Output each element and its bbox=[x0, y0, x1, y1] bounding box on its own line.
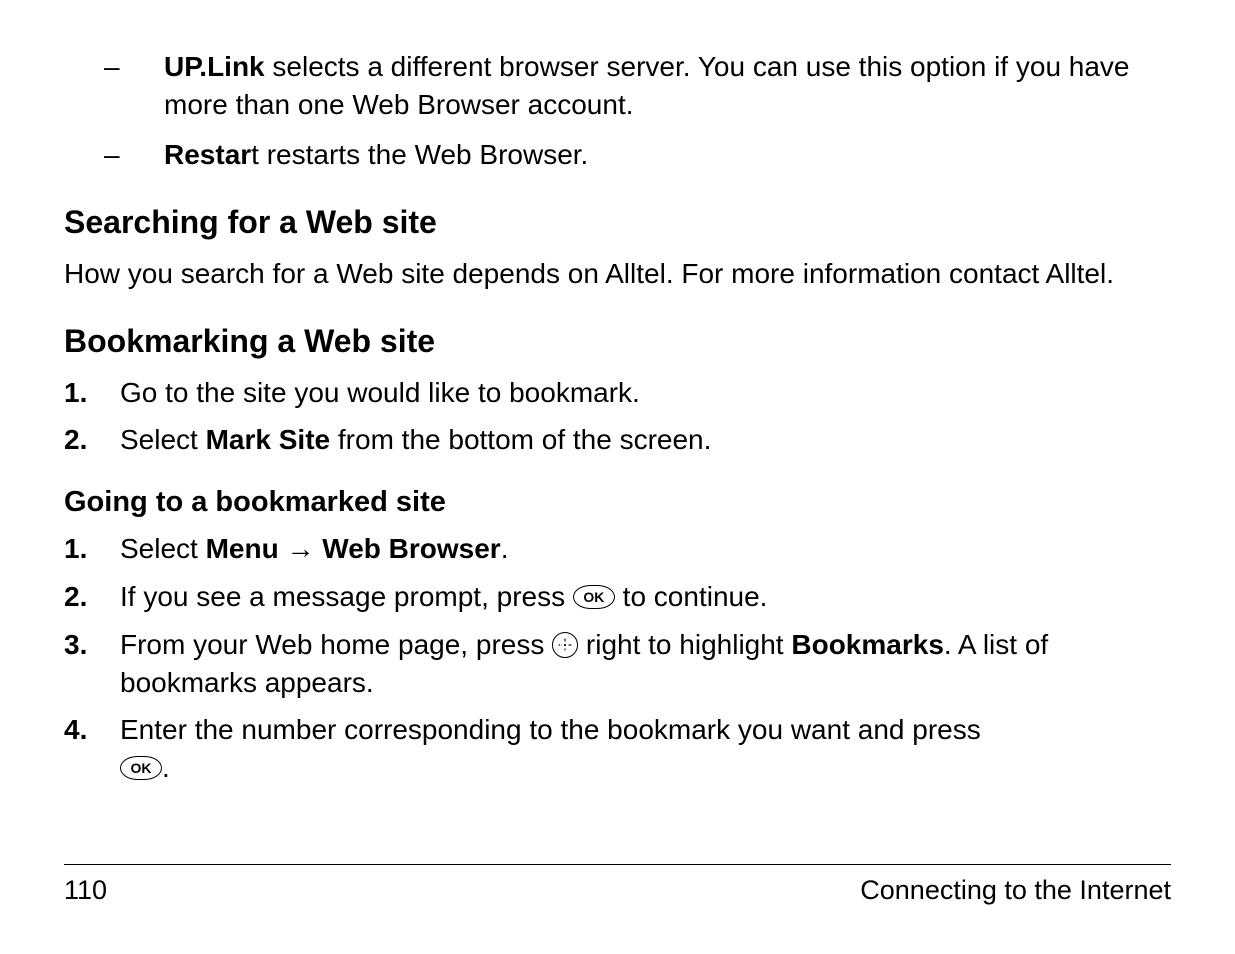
step1-post: . bbox=[501, 533, 509, 564]
footer-title: Connecting to the Internet bbox=[860, 875, 1171, 906]
step3-mid: right to highlight bbox=[586, 629, 791, 660]
going-step4: 4. Enter the number corresponding to the… bbox=[64, 711, 1171, 787]
bookmarks-label: Bookmarks bbox=[791, 629, 944, 660]
restart-label: Restar bbox=[164, 139, 251, 170]
step2-pre: If you see a message prompt, press bbox=[120, 581, 573, 612]
dash-marker: – bbox=[104, 48, 164, 124]
page-footer: 110 Connecting to the Internet bbox=[64, 864, 1171, 906]
mark-site-label: Mark Site bbox=[206, 424, 331, 455]
step-number: 2. bbox=[64, 578, 120, 616]
dash-marker: – bbox=[104, 136, 164, 174]
going-step3: 3. From your Web home page, press right … bbox=[64, 626, 1171, 702]
heading-going: Going to a bookmarked site bbox=[64, 483, 1171, 522]
page-number: 110 bbox=[64, 875, 107, 906]
bookmark-step2: 2. Select Mark Site from the bottom of t… bbox=[64, 421, 1171, 459]
step-number: 4. bbox=[64, 711, 120, 787]
step-text: Select Menu → Web Browser. bbox=[120, 530, 1171, 568]
going-step1: 1. Select Menu → Web Browser. bbox=[64, 530, 1171, 568]
bookmark-step1: 1. Go to the site you would like to book… bbox=[64, 374, 1171, 412]
arrow-icon: → bbox=[279, 533, 323, 564]
step4-pre: Enter the number corresponding to the bo… bbox=[120, 714, 981, 745]
step-number: 1. bbox=[64, 530, 120, 568]
step-number: 3. bbox=[64, 626, 120, 702]
heading-searching: Searching for a Web site bbox=[64, 201, 1171, 244]
step1-pre: Select bbox=[120, 533, 206, 564]
bullet-text: Restart restarts the Web Browser. bbox=[164, 136, 1171, 174]
step-number: 1. bbox=[64, 374, 120, 412]
step2-pre: Select bbox=[120, 424, 206, 455]
restart-rest: t restarts the Web Browser. bbox=[251, 139, 588, 170]
going-step2: 2. If you see a message prompt, press OK… bbox=[64, 578, 1171, 616]
heading-bookmarking: Bookmarking a Web site bbox=[64, 320, 1171, 363]
document-body: – UP.Link selects a different browser se… bbox=[64, 48, 1171, 787]
step-text: Enter the number corresponding to the bo… bbox=[120, 711, 1171, 787]
step-text: Go to the site you would like to bookmar… bbox=[120, 374, 1171, 412]
step2-post: to continue. bbox=[623, 581, 768, 612]
web-browser-label: Web Browser bbox=[322, 533, 500, 564]
step2-post: from the bottom of the screen. bbox=[330, 424, 711, 455]
step4-post: . bbox=[162, 752, 170, 783]
step3-pre: From your Web home page, press bbox=[120, 629, 552, 660]
step-number: 2. bbox=[64, 421, 120, 459]
bullet-uplink: – UP.Link selects a different browser se… bbox=[64, 48, 1171, 124]
uplink-rest: selects a different browser server. You … bbox=[164, 51, 1130, 120]
step-text: From your Web home page, press right to … bbox=[120, 626, 1171, 702]
bullet-restart: – Restart restarts the Web Browser. bbox=[64, 136, 1171, 174]
uplink-label: UP.Link bbox=[164, 51, 265, 82]
menu-label: Menu bbox=[206, 533, 279, 564]
ok-button-icon: OK bbox=[573, 585, 615, 609]
step-text: If you see a message prompt, press OK to… bbox=[120, 578, 1171, 616]
ok-button-icon: OK bbox=[120, 756, 162, 780]
bullet-text: UP.Link selects a different browser serv… bbox=[164, 48, 1171, 124]
searching-para: How you search for a Web site depends on… bbox=[64, 255, 1171, 293]
nav-pad-icon bbox=[552, 632, 578, 658]
step-text: Select Mark Site from the bottom of the … bbox=[120, 421, 1171, 459]
